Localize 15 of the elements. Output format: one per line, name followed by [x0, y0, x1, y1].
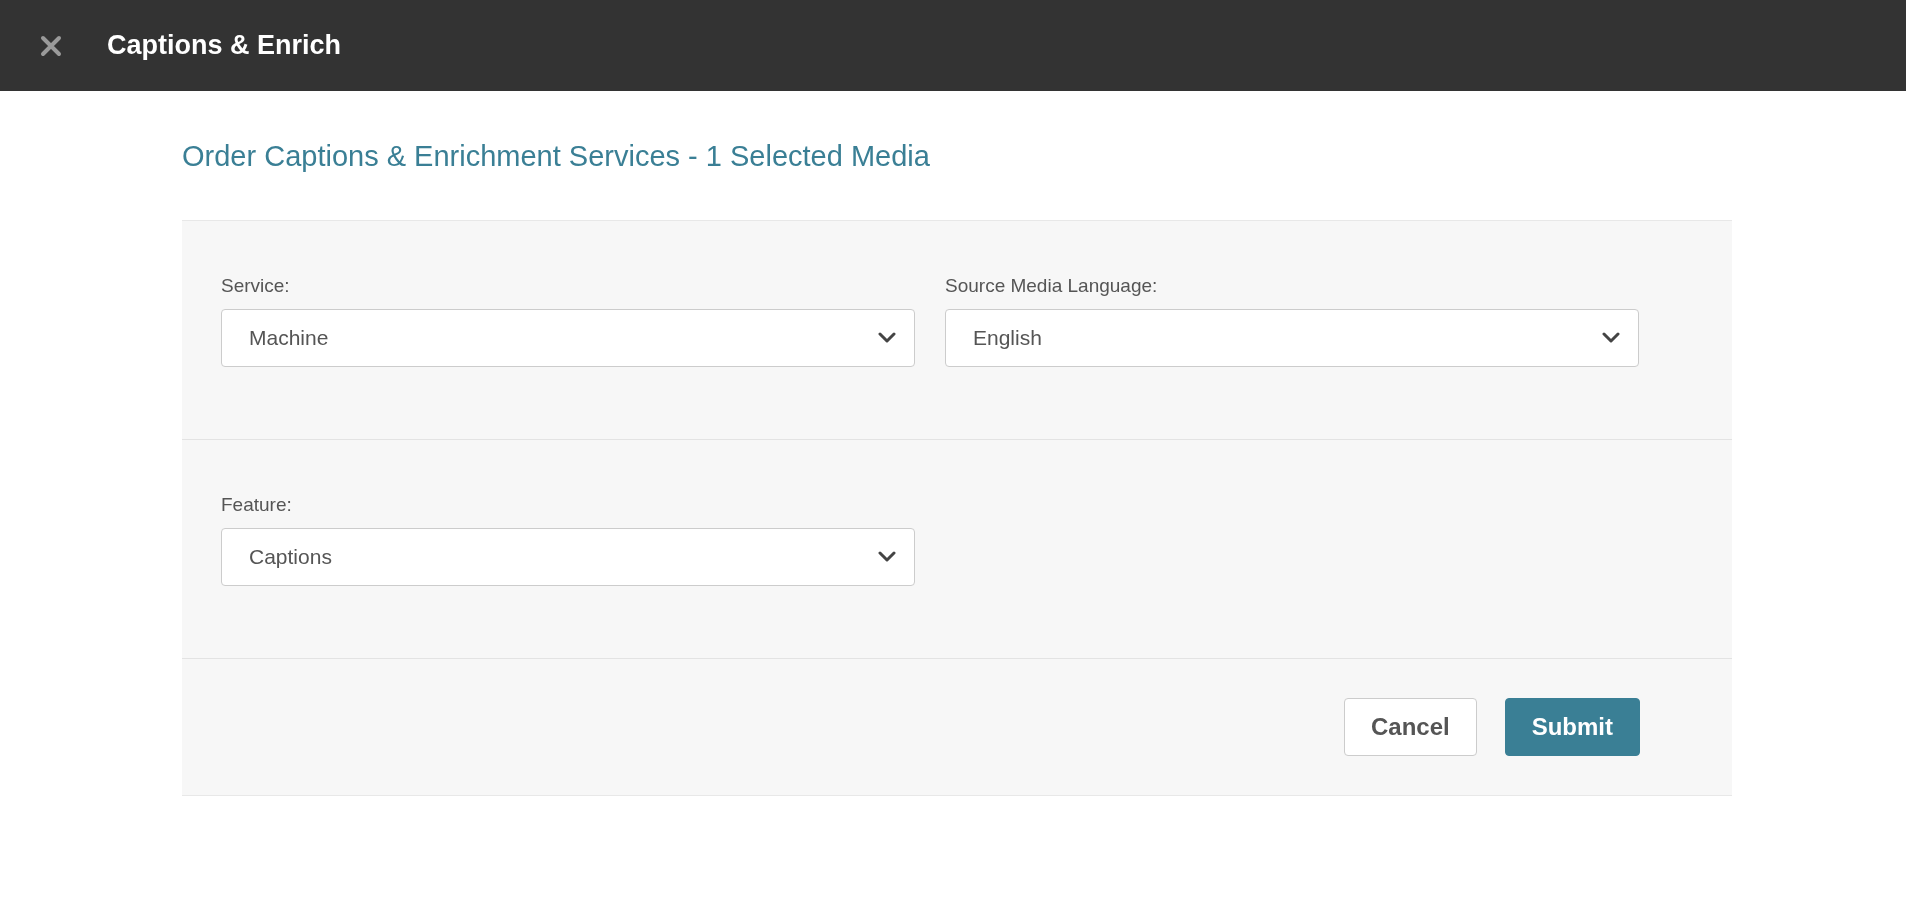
chevron-down-icon — [878, 331, 896, 344]
action-button[interactable]: Cancel — [1343, 697, 1477, 756]
dropdown-select[interactable]: Machine — [221, 308, 915, 367]
field-label: Service: — [221, 274, 291, 297]
close-button[interactable] — [40, 34, 62, 57]
close-icon — [40, 34, 62, 57]
page-heading: Order Captions & Enrichment Services - 1 Selected Media — [182, 139, 931, 174]
dropdown-select[interactable]: English — [945, 308, 1639, 367]
chevron-down-icon — [878, 550, 896, 563]
action-button[interactable]: Submit — [1504, 697, 1640, 756]
chevron-down-icon — [1602, 331, 1620, 344]
dropdown-select[interactable]: Captions — [221, 527, 915, 586]
field-label: Feature: — [221, 493, 293, 516]
field-label: Source Media Language: — [945, 274, 1159, 297]
window-title: Captions & Enrich — [107, 30, 342, 61]
